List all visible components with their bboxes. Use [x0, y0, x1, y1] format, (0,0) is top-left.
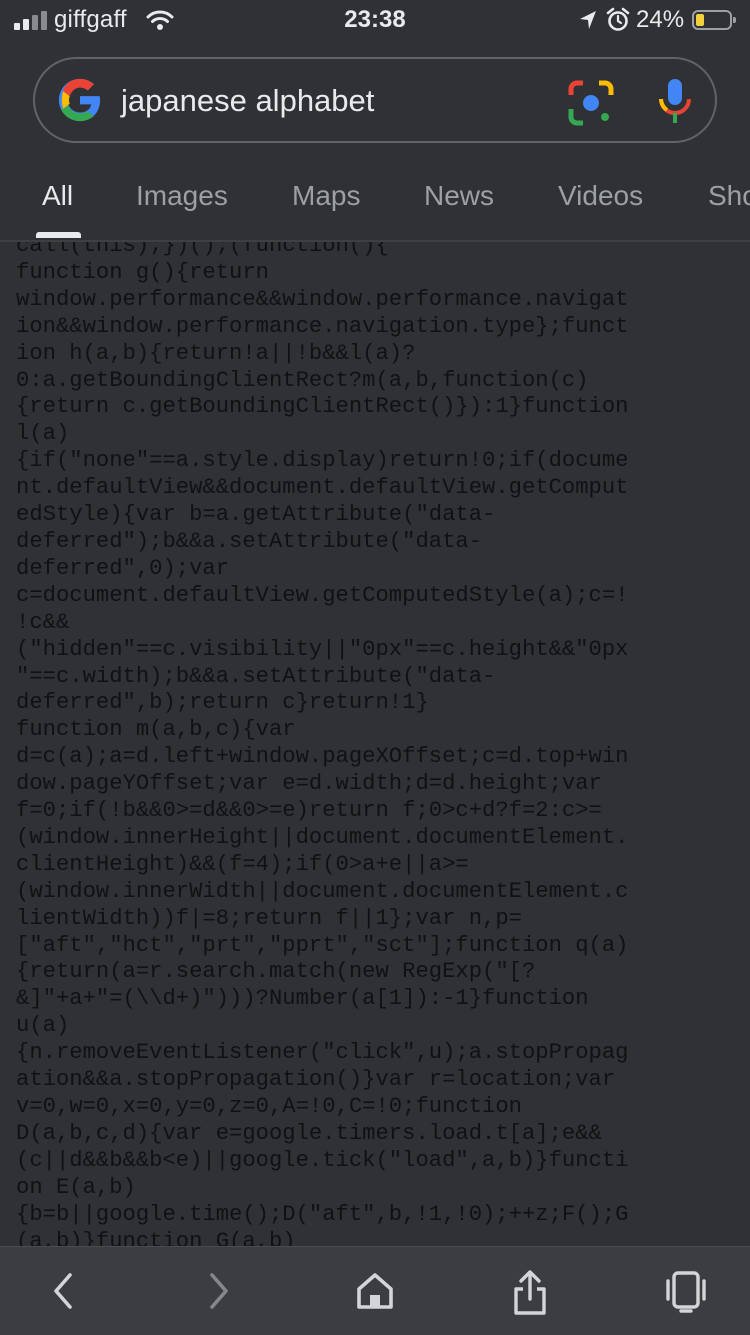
source-code-text: call(this);})();(function(){ function g(… — [16, 242, 736, 1246]
code-line: (a,b)}function G(a,b) — [16, 1228, 296, 1246]
code-line: "==c.width);b&&a.setAttribute("data- — [16, 663, 496, 689]
search-tabs: All Images Maps News Videos Sho — [0, 160, 750, 242]
tab-shopping[interactable]: Sho — [708, 180, 750, 212]
code-line: lientWidth))f|=8;return f||1};var n,p= — [16, 905, 522, 931]
code-line: ation&&a.stopPropagation()}var r=locatio… — [16, 1067, 616, 1093]
code-line: function m(a,b,c){var — [16, 717, 296, 743]
code-line: D(a,b,c,d){var e=google.timers.load.t[a]… — [16, 1120, 602, 1146]
tabs-icon[interactable] — [664, 1269, 708, 1320]
code-line: !c&& — [16, 609, 70, 635]
code-line: &]"+a+"=(\\d+)")))?Number(a[1]):-1}funct… — [16, 986, 589, 1012]
page-source-content[interactable]: call(this);})();(function(){ function g(… — [0, 242, 750, 1246]
code-line: nt.defaultView&&document.defaultView.get… — [16, 475, 629, 501]
code-line: f=0;if(!b&&0>=d&&0>=e)return f;0>c+d?f=2… — [16, 798, 602, 824]
code-line: dow.pageYOffset;var e=d.width;d=d.height… — [16, 771, 602, 797]
code-line: {n.removeEventListener("click",u);a.stop… — [16, 1040, 629, 1066]
browser-toolbar — [0, 1246, 750, 1335]
tab-images[interactable]: Images — [136, 180, 228, 212]
code-line: function g(){return — [16, 259, 269, 285]
code-line: c=document.defaultView.getComputedStyle(… — [16, 582, 629, 608]
tab-maps[interactable]: Maps — [292, 180, 360, 212]
code-line: {if("none"==a.style.display)return!0;if(… — [16, 448, 629, 474]
code-line: clientHeight)&&(f=4);if(0>a+e||a>= — [16, 851, 469, 877]
google-lens-icon[interactable] — [567, 79, 615, 132]
home-icon[interactable] — [354, 1269, 396, 1318]
code-line: (window.innerHeight||document.documentEl… — [16, 824, 629, 850]
code-line: deferred",b);return c}return!1} — [16, 690, 429, 716]
active-tab-indicator — [36, 232, 81, 238]
code-line: {b=b||google.time();D("aft",b,!1,!0);++z… — [16, 1201, 629, 1227]
battery-percent: 24% — [636, 6, 685, 33]
forward-icon[interactable] — [202, 1269, 234, 1318]
share-icon[interactable] — [510, 1269, 550, 1322]
code-line: ion h(a,b){return!a||!b&&l(a)? — [16, 340, 416, 366]
code-line: edStyle){var b=a.getAttribute("data- — [16, 502, 496, 528]
code-line: on E(a,b) — [16, 1174, 136, 1200]
code-line: ["aft","hct","prt","pprt","sct"];functio… — [16, 932, 629, 958]
code-line: window.performance&&window.performance.n… — [16, 286, 629, 312]
tab-news[interactable]: News — [424, 180, 494, 212]
code-line: v=0,w=0,x=0,y=0,z=0,A=!0,C=!0;function — [16, 1094, 522, 1119]
tab-all[interactable]: All — [42, 180, 73, 212]
code-line: l(a) — [16, 421, 70, 447]
battery-icon — [692, 10, 736, 30]
google-g-icon[interactable] — [57, 77, 103, 128]
microphone-icon[interactable] — [655, 77, 695, 132]
code-line: (c||d&&b&&b<e)||google.tick("load",a,b)}… — [16, 1147, 629, 1173]
status-bar: giffgaff 23:38 24% — [0, 0, 750, 40]
code-line: call(this);})();(function(){ — [16, 242, 389, 258]
code-line: u(a) — [16, 1013, 70, 1039]
code-line: ion&&window.performance.navigation.type}… — [16, 313, 629, 339]
search-box[interactable]: japanese alphabet — [33, 57, 717, 143]
code-line: (window.innerWidth||document.documentEle… — [16, 878, 629, 904]
code-line: deferred",0);var — [16, 555, 230, 581]
alarm-icon — [606, 7, 630, 38]
code-line: {return c.getBoundingClientRect()}):1}fu… — [16, 394, 629, 420]
code-line: ("hidden"==c.visibility||"0px"==c.height… — [16, 636, 629, 662]
back-icon[interactable] — [48, 1269, 80, 1318]
search-query[interactable]: japanese alphabet — [121, 83, 374, 119]
location-arrow-icon — [578, 9, 598, 36]
code-line: deferred");b&&a.setAttribute("data- — [16, 528, 483, 554]
tab-videos[interactable]: Videos — [558, 180, 643, 212]
code-line: {return(a=r.search.match(new RegExp("[? — [16, 959, 536, 985]
code-line: 0:a.getBoundingClientRect?m(a,b,function… — [16, 367, 589, 393]
code-line: d=c(a);a=d.left+window.pageXOffset;c=d.t… — [16, 744, 629, 770]
